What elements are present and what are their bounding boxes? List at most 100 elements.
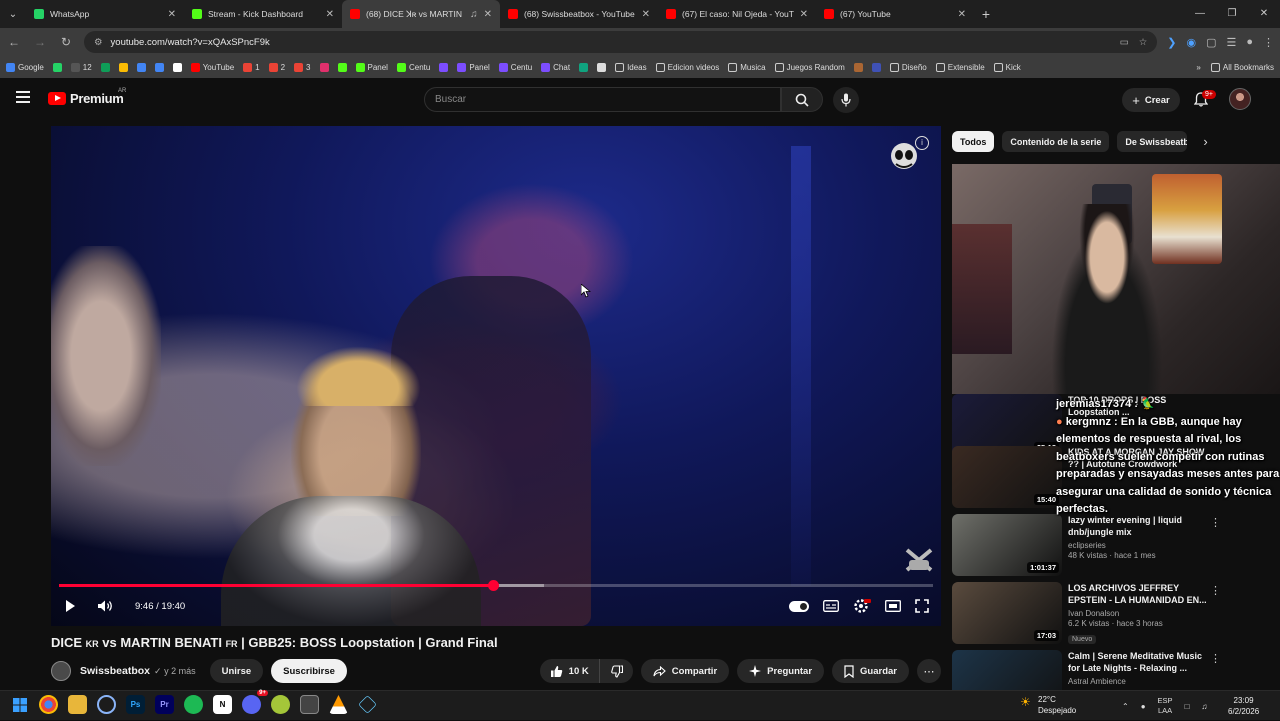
tray-expand-icon[interactable]: ⌃ [1122, 702, 1129, 711]
tab-close-icon[interactable]: ✕ [484, 9, 492, 20]
premiere-icon[interactable]: Pr [155, 695, 174, 714]
bookmark-item[interactable] [337, 62, 347, 72]
bookmark-item[interactable]: Panel [457, 62, 490, 72]
more-bookmarks-icon[interactable]: » [1196, 63, 1200, 72]
tab-close-icon[interactable]: ✕ [958, 9, 966, 20]
video-channel[interactable]: Astral Ambience [1068, 677, 1208, 686]
bookmark-item[interactable] [136, 62, 146, 72]
join-button[interactable]: Unirse [209, 659, 264, 683]
like-button[interactable]: 10 K [540, 659, 600, 683]
chip-from-channel[interactable]: De Swissbeatbo [1117, 131, 1188, 152]
video-title[interactable]: Calm | Serene Meditative Music for Late … [1068, 650, 1208, 674]
clock[interactable]: 23:09 6/2/2026 [1228, 695, 1259, 717]
theater-mode-icon[interactable] [885, 600, 901, 612]
video-menu-icon[interactable]: ⋮ [1210, 584, 1221, 597]
bookmark-star-icon[interactable]: ☆ [1139, 37, 1148, 48]
bookmark-item[interactable]: 12 [70, 62, 92, 72]
video-menu-icon[interactable]: ⋮ [1210, 652, 1221, 665]
bookmark-item[interactable] [52, 62, 62, 72]
bookmark-item[interactable] [154, 62, 164, 72]
weather-widget[interactable]: ☀ 22°C Despejado [1020, 694, 1076, 716]
bookmark-item[interactable] [118, 62, 128, 72]
bookmark-item[interactable]: Extensible [935, 62, 985, 72]
bookmark-item[interactable] [853, 62, 863, 72]
browser-tab[interactable]: (67) YouTube ✕ [816, 0, 974, 28]
progress-bar[interactable] [59, 580, 933, 591]
all-bookmarks-button[interactable]: All Bookmarks [1210, 62, 1274, 72]
url-field[interactable]: ⚙ youtube.com/watch?v=xQAxSPncF9k ▭ ☆ [84, 31, 1158, 53]
site-info-icon[interactable]: ⚙ [94, 37, 103, 48]
channel-avatar[interactable] [51, 661, 71, 681]
play-icon[interactable] [63, 599, 77, 613]
youtube-premium-logo[interactable]: Premium AR [48, 88, 126, 106]
dislike-button[interactable] [600, 659, 633, 683]
tab-close-icon[interactable]: ✕ [326, 9, 334, 20]
user-avatar[interactable] [1229, 88, 1251, 110]
network-icon[interactable]: □ [1185, 702, 1190, 711]
vlc-icon[interactable] [329, 695, 348, 714]
back-icon[interactable]: ← [6, 35, 22, 49]
reload-icon[interactable]: ↻ [58, 35, 74, 49]
cast-icon[interactable]: ▭ [1120, 37, 1129, 48]
dev-tool-icon[interactable] [358, 695, 377, 714]
bookmark-item[interactable]: Centu [396, 62, 430, 72]
browser-tab[interactable]: (67) El caso: Nil Ojeda - YouTub ✕ [658, 0, 816, 28]
tab-close-icon[interactable]: ✕ [168, 9, 176, 20]
bookmark-item[interactable]: Diseño [889, 62, 927, 72]
extensions-puzzle-icon[interactable]: ▢ [1206, 36, 1216, 49]
channel-collab-extra[interactable]: ✓ y 2 más [154, 666, 196, 677]
search-button[interactable] [781, 87, 823, 112]
menu-hamburger-icon[interactable] [16, 91, 30, 103]
tab-close-icon[interactable]: ✕ [800, 9, 808, 20]
browser-tab[interactable]: Stream - Kick Dashboard ✕ [184, 0, 342, 28]
chip-series-content[interactable]: Contenido de la serie [1002, 131, 1110, 152]
android-icon[interactable] [271, 695, 290, 714]
forward-icon[interactable]: → [32, 35, 48, 49]
bookmark-item[interactable] [100, 62, 110, 72]
recommended-video[interactable]: 1:01:37 lazy winter evening | liquid dnb/… [952, 514, 1280, 580]
language-indicator[interactable]: ESP LAA [1158, 696, 1173, 716]
fullscreen-icon[interactable] [915, 599, 929, 613]
new-tab-button[interactable]: + [974, 6, 998, 22]
video-player[interactable]: i 9:46 / 19:40 [51, 126, 941, 626]
discord-icon[interactable]: 9+ [242, 690, 268, 714]
bookmark-item[interactable]: 3 [294, 62, 311, 72]
channel-name[interactable]: Swissbeatbox [80, 665, 150, 677]
volume-icon[interactable] [97, 599, 115, 613]
video-thumbnail[interactable]: 17:03 [952, 582, 1062, 644]
voice-search-button[interactable] [833, 87, 859, 113]
file-explorer-icon[interactable] [68, 695, 87, 714]
browser-menu-icon[interactable]: ⋮ [1263, 36, 1274, 49]
bookmark-item[interactable] [579, 62, 589, 72]
tab-close-icon[interactable]: ✕ [642, 9, 650, 20]
bookmark-item[interactable]: Juegos Random [774, 62, 845, 72]
bookmark-item[interactable] [597, 62, 607, 72]
close-window-icon[interactable]: ✕ [1248, 0, 1280, 28]
bookmark-item[interactable]: Chat [541, 62, 570, 72]
video-title[interactable]: LOS ARCHIVOS JEFFREY EPSTEIN - LA HUMANI… [1068, 582, 1208, 606]
chip-todos[interactable]: Todos [952, 131, 995, 152]
capcut-icon[interactable] [300, 695, 319, 714]
ask-button[interactable]: Preguntar [737, 659, 825, 683]
extension-icon-1[interactable]: ❯ [1167, 36, 1176, 49]
tab-search-icon[interactable]: ⌄ [0, 0, 26, 28]
windows-start-icon[interactable] [10, 695, 29, 714]
tray-mic-icon[interactable]: ● [1141, 702, 1146, 711]
autoplay-toggle[interactable] [789, 600, 809, 612]
speaker-icon[interactable]: ♫ [1201, 702, 1207, 711]
extension-icon-2[interactable]: ◉ [1186, 36, 1196, 49]
spotify-icon[interactable] [184, 695, 203, 714]
info-icon[interactable]: i [915, 136, 929, 150]
more-actions-button[interactable]: ⋯ [917, 659, 941, 683]
settings-gear-icon[interactable] [853, 598, 871, 614]
bookmark-item[interactable]: 1 [243, 62, 260, 72]
video-channel[interactable]: eclipseries [1068, 541, 1208, 550]
recommended-video[interactable]: Calm | Serene Meditative Music for Late … [952, 650, 1280, 690]
chrome-icon[interactable] [39, 695, 58, 714]
save-button[interactable]: Guardar [832, 659, 909, 683]
bookmark-item[interactable]: Kick [993, 62, 1021, 72]
bookmark-item[interactable] [871, 62, 881, 72]
bookmark-item[interactable]: 2 [268, 62, 285, 72]
bookmark-item[interactable]: YouTube [190, 62, 234, 72]
bookmark-item[interactable]: Ideas [615, 62, 647, 72]
